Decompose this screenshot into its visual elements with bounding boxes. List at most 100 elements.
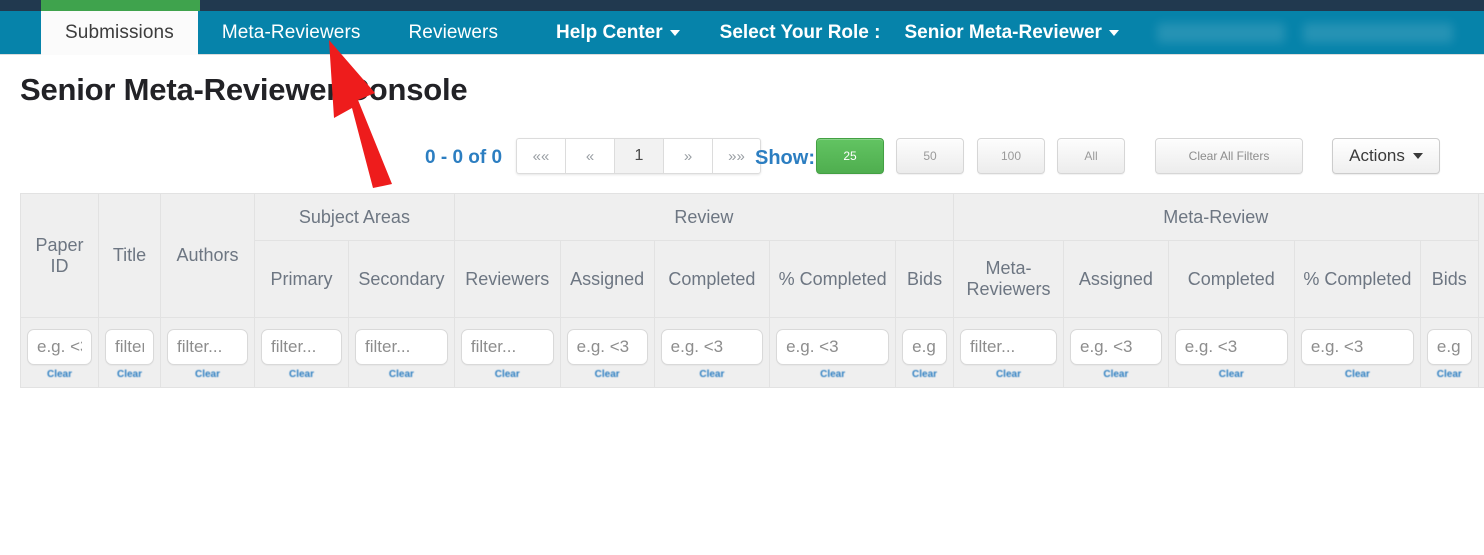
top-accent-strip: [0, 0, 1484, 11]
group-subject-areas: Subject Areas: [254, 193, 455, 241]
filter-input-meta-completed[interactable]: [1174, 329, 1288, 365]
page-size-25[interactable]: 25: [816, 138, 884, 174]
col-meta-completed[interactable]: Completed: [1167, 240, 1295, 318]
filter-input-authors[interactable]: [166, 329, 248, 365]
filter-cell-review-assigned: Clear: [559, 317, 655, 388]
primary-nav: Submissions Meta-Reviewers Reviewers: [41, 11, 522, 55]
filter-input-review-assigned[interactable]: [566, 329, 648, 365]
role-label: Select Your Role :: [700, 11, 901, 55]
page-first-button[interactable]: ««: [516, 138, 565, 174]
clear-link-title[interactable]: Clear: [105, 369, 154, 380]
clear-link-review-assigned[interactable]: Clear: [567, 369, 648, 380]
clear-all-filters-button[interactable]: Clear All Filters: [1155, 138, 1303, 174]
clear-link-review-pct[interactable]: Clear: [776, 369, 889, 380]
redacted-nav-item-2[interactable]: [1302, 23, 1453, 43]
filter-input-meta-reviewers[interactable]: [959, 329, 1057, 365]
col-review-reviewers[interactable]: Reviewers: [453, 240, 561, 318]
filter-input-title[interactable]: [105, 329, 154, 365]
filter-input-meta-pct[interactable]: [1300, 329, 1414, 365]
role-value-text: Senior Meta-Reviewer: [904, 22, 1102, 43]
role-label-text: Select Your Role :: [719, 22, 881, 43]
page-next-button[interactable]: »: [663, 138, 712, 174]
tab-reviewers[interactable]: Reviewers: [384, 11, 522, 55]
filter-cell-title: Clear: [98, 317, 161, 388]
col-review-bids[interactable]: Bids: [895, 240, 954, 318]
filter-cell-d: Clear: [1477, 317, 1484, 388]
filter-input-review-completed[interactable]: [660, 329, 764, 365]
clear-link-paper-id[interactable]: Clear: [27, 369, 92, 380]
filter-input-review-pct[interactable]: [776, 329, 890, 365]
clear-link-meta-assigned[interactable]: Clear: [1070, 369, 1162, 380]
page-number-1[interactable]: 1: [614, 138, 663, 174]
show-label: Show:: [755, 147, 815, 169]
table-filter-row: Clear Clear Clear Clear: [20, 317, 1484, 388]
col-meta-bids[interactable]: Bids: [1419, 240, 1479, 318]
filter-cell-secondary: Clear: [348, 317, 455, 388]
filter-cell-meta-assigned: Clear: [1063, 317, 1169, 388]
filter-input-secondary[interactable]: [355, 329, 448, 365]
tab-meta-reviewers[interactable]: Meta-Reviewers: [198, 11, 385, 55]
main-navbar: Submissions Meta-Reviewers Reviewers Hel…: [0, 11, 1484, 55]
col-title[interactable]: Title: [98, 193, 161, 318]
filter-input-meta-assigned[interactable]: [1070, 329, 1162, 365]
filter-cell-paper-id: Clear: [20, 317, 99, 388]
secondary-nav: Help Center Select Your Role : Senior Me…: [536, 11, 1453, 55]
filter-input-review-reviewers[interactable]: [460, 329, 554, 365]
clear-link-review-completed[interactable]: Clear: [661, 369, 763, 380]
filter-cell-review-reviewers: Clear: [453, 317, 561, 388]
filter-cell-meta-pct: Clear: [1293, 317, 1421, 388]
group-review: Review: [453, 193, 954, 241]
clear-link-meta-pct[interactable]: Clear: [1301, 369, 1414, 380]
actions-button[interactable]: Actions: [1332, 138, 1440, 174]
actions-label: Actions: [1349, 146, 1405, 165]
submissions-table-wrapper: Paper ID Title Authors Subject Areas Rev…: [20, 193, 1484, 389]
clear-link-authors[interactable]: Clear: [167, 369, 248, 380]
filter-cell-meta-reviewers: Clear: [952, 317, 1065, 388]
tab-reviewers-label: Reviewers: [408, 22, 499, 43]
clear-link-meta-bids[interactable]: Clear: [1427, 369, 1472, 380]
col-meta-pct-completed[interactable]: % Completed: [1293, 240, 1421, 318]
pagination: «« « 1 » »»: [516, 138, 761, 174]
filter-cell-authors: Clear: [159, 317, 256, 388]
page-last-button[interactable]: »»: [712, 138, 761, 174]
col-secondary[interactable]: Secondary: [348, 240, 455, 318]
active-tab-accent: [41, 0, 200, 11]
col-paper-id[interactable]: Paper ID: [20, 193, 99, 318]
filter-input-meta-bids[interactable]: [1426, 329, 1472, 365]
page-size-50[interactable]: 50: [896, 138, 964, 174]
chevron-down-icon: [669, 30, 680, 36]
submissions-table: Paper ID Title Authors Subject Areas Rev…: [20, 193, 1484, 388]
filter-cell-meta-bids: Clear: [1419, 317, 1479, 388]
clear-link-meta-completed[interactable]: Clear: [1175, 369, 1288, 380]
filter-input-review-bids[interactable]: [902, 329, 947, 365]
filter-cell-review-completed: Clear: [653, 317, 771, 388]
chevron-down-icon: [1412, 153, 1423, 159]
col-d[interactable]: D: [1477, 193, 1484, 318]
help-center-menu[interactable]: Help Center: [536, 11, 700, 55]
page-prev-button[interactable]: «: [565, 138, 614, 174]
page-title: Senior Meta-Reviewer Console: [20, 72, 468, 107]
page-size-100[interactable]: 100: [977, 138, 1045, 174]
tab-submissions-label: Submissions: [65, 22, 174, 43]
col-authors[interactable]: Authors: [159, 193, 256, 318]
role-selector[interactable]: Senior Meta-Reviewer: [900, 11, 1138, 55]
clear-link-review-reviewers[interactable]: Clear: [461, 369, 554, 380]
filter-input-primary[interactable]: [261, 329, 343, 365]
col-review-completed[interactable]: Completed: [653, 240, 771, 318]
col-primary[interactable]: Primary: [253, 240, 350, 318]
col-review-pct-completed[interactable]: % Completed: [769, 240, 897, 318]
col-meta-reviewers[interactable]: Meta-Reviewers: [952, 240, 1065, 318]
clear-link-review-bids[interactable]: Clear: [902, 369, 947, 380]
clear-link-secondary[interactable]: Clear: [355, 369, 448, 380]
page-root: Submissions Meta-Reviewers Reviewers Hel…: [0, 0, 1484, 555]
clear-link-primary[interactable]: Clear: [261, 369, 342, 380]
redacted-nav-item-1[interactable]: [1156, 23, 1285, 43]
group-meta-review: Meta-Review: [952, 193, 1479, 241]
col-review-assigned[interactable]: Assigned: [559, 240, 655, 318]
filter-input-paper-id[interactable]: [27, 329, 92, 365]
table-group-header-row: Paper ID Title Authors Subject Areas Rev…: [20, 193, 1484, 318]
tab-submissions[interactable]: Submissions: [41, 11, 198, 55]
col-meta-assigned[interactable]: Assigned: [1063, 240, 1169, 318]
page-size-all[interactable]: All: [1057, 138, 1125, 174]
clear-link-meta-reviewers[interactable]: Clear: [960, 369, 1057, 380]
